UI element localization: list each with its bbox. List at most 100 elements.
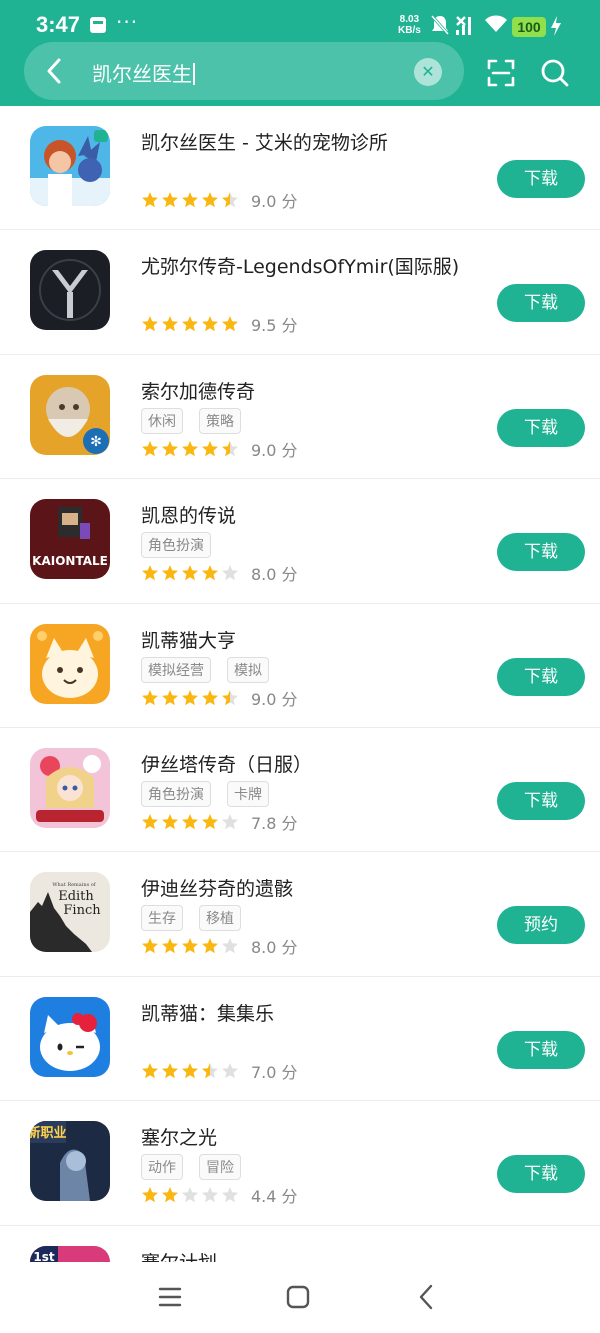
back-icon[interactable] bbox=[418, 1284, 434, 1310]
app-icon-kaiontale[interactable]: KAIONTALE bbox=[30, 499, 110, 580]
download-button[interactable]: 下载 bbox=[497, 160, 585, 198]
rating: 7.8 分 bbox=[141, 810, 298, 834]
star-half-icon bbox=[222, 192, 238, 208]
star-filled-icon bbox=[142, 192, 158, 208]
app-icon-soulgard[interactable]: ✻ bbox=[30, 374, 110, 455]
list-item[interactable]: ✻ 索尔加德传奇 休闲 策略 9.0 分 下载 bbox=[0, 355, 600, 480]
tag[interactable]: 角色扮演 bbox=[141, 780, 211, 807]
search-bar[interactable]: 凯尔丝医生 ✕ bbox=[24, 42, 464, 100]
star-rating bbox=[141, 937, 239, 955]
search-query: 凯尔丝医生 bbox=[92, 62, 192, 86]
star-filled-icon bbox=[142, 565, 158, 581]
app-name: 凯恩的传说 bbox=[141, 505, 237, 528]
list-item[interactable]: 凯蒂猫大亨 模拟经营 模拟 9.0 分 下载 bbox=[0, 604, 600, 728]
search-results-list[interactable]: 凯尔丝医生 - 艾米的宠物诊所 9.0 分 下载 尤弥尔传奇-LegendsOf… bbox=[0, 106, 600, 1262]
star-rating bbox=[141, 1186, 239, 1204]
download-button[interactable]: 下载 bbox=[497, 284, 585, 323]
score: 9.0 分 bbox=[251, 192, 298, 211]
list-item[interactable]: 1st 赛尔计划 bbox=[0, 1226, 600, 1262]
app-name: 凯蒂猫大亨 bbox=[141, 629, 237, 652]
rating: 7.0 分 bbox=[141, 1059, 298, 1083]
download-button[interactable]: 下载 bbox=[497, 657, 585, 696]
tag[interactable]: 休闲 bbox=[141, 407, 183, 434]
score: 8.0 分 bbox=[251, 565, 298, 585]
more-notifications-icon: ··· bbox=[116, 10, 139, 34]
back-arrow-icon[interactable] bbox=[46, 58, 62, 84]
tag-list: 角色扮演 卡牌 bbox=[141, 780, 269, 807]
star-rating bbox=[141, 813, 239, 831]
app-icon-ymir[interactable] bbox=[30, 250, 110, 331]
download-button[interactable]: 下载 bbox=[497, 408, 585, 447]
app-icon-ishtaria[interactable] bbox=[30, 747, 110, 828]
list-item[interactable]: 尤弥尔传奇-LegendsOfYmir(国际服) 9.5 分 下载 bbox=[0, 230, 600, 355]
score: 9.0 分 bbox=[251, 440, 298, 460]
app-icon-hello-kitty[interactable] bbox=[30, 996, 110, 1077]
star-half-icon bbox=[222, 689, 238, 705]
star-filled-icon bbox=[162, 565, 178, 581]
home-icon[interactable] bbox=[286, 1285, 310, 1309]
list-item[interactable]: What Remains of Edith Finch 伊迪丝芬奇的遗骸 生存 … bbox=[0, 852, 600, 977]
star-rating bbox=[141, 564, 239, 582]
app-icon-saer[interactable]: 新职业 bbox=[30, 1121, 110, 1202]
star-filled-icon bbox=[202, 689, 218, 705]
app-icon-cat-tycoon[interactable] bbox=[30, 623, 110, 704]
list-item[interactable]: 伊丝塔传奇（日服） 角色扮演 卡牌 7.8 分 下载 bbox=[0, 728, 600, 853]
tag[interactable]: 移植 bbox=[199, 905, 241, 932]
app-name: 凯蒂猫：集集乐 bbox=[141, 1002, 275, 1025]
reserve-button[interactable]: 预约 bbox=[497, 906, 585, 945]
star-empty-icon bbox=[202, 1187, 218, 1203]
system-navigation-bar bbox=[0, 1262, 600, 1333]
search-input[interactable]: 凯尔丝医生 bbox=[92, 58, 195, 87]
download-button[interactable]: 下载 bbox=[497, 1155, 585, 1194]
tag[interactable]: 冒险 bbox=[199, 1154, 241, 1181]
tag[interactable]: 卡牌 bbox=[227, 780, 269, 807]
tag-list: 角色扮演 bbox=[141, 532, 211, 559]
text-caret bbox=[193, 63, 195, 85]
tag-list: 休闲 策略 bbox=[141, 407, 241, 434]
list-item[interactable]: KAIONTALE 凯恩的传说 角色扮演 8.0 分 下载 bbox=[0, 479, 600, 604]
app-icon-edith-finch[interactable]: What Remains of Edith Finch bbox=[30, 872, 110, 953]
rating: 9.0 分 bbox=[141, 188, 298, 212]
download-button[interactable]: 下载 bbox=[497, 533, 585, 572]
star-filled-icon bbox=[182, 938, 198, 954]
battery-indicator: 100 bbox=[512, 17, 546, 37]
tag[interactable]: 生存 bbox=[141, 905, 183, 932]
tag[interactable]: 模拟经营 bbox=[141, 656, 211, 683]
app-name: 塞尔之光 bbox=[141, 1127, 218, 1150]
app-name: 凯尔丝医生 - 艾米的宠物诊所 bbox=[141, 132, 388, 154]
list-item[interactable]: 凯尔丝医生 - 艾米的宠物诊所 9.0 分 下载 bbox=[0, 106, 600, 231]
tag[interactable]: 动作 bbox=[141, 1154, 183, 1181]
star-filled-icon bbox=[202, 813, 218, 830]
list-item[interactable]: 凯蒂猫：集集乐 7.0 分 下载 bbox=[0, 977, 600, 1102]
tag[interactable]: 角色扮演 bbox=[141, 532, 211, 559]
svg-text:✻: ✻ bbox=[90, 434, 102, 450]
tag-list: 动作 冒险 bbox=[141, 1154, 241, 1181]
app-icon-doctor[interactable] bbox=[30, 126, 110, 206]
clear-search-button[interactable]: ✕ bbox=[414, 58, 442, 86]
star-filled-icon bbox=[162, 1187, 178, 1203]
star-half-icon bbox=[222, 440, 238, 457]
menu-icon[interactable] bbox=[158, 1286, 182, 1308]
download-button[interactable]: 下载 bbox=[497, 781, 585, 820]
star-filled-icon bbox=[142, 938, 158, 954]
scan-icon[interactable] bbox=[486, 58, 516, 88]
download-button[interactable]: 下载 bbox=[497, 1030, 585, 1069]
app-name: 赛尔计划 bbox=[141, 1248, 217, 1262]
score: 8.0 分 bbox=[251, 938, 298, 958]
icon-text: What Remains of bbox=[52, 882, 96, 888]
rating: 9.5 分 bbox=[141, 312, 298, 336]
mute-bell-icon bbox=[430, 15, 450, 35]
star-empty-icon bbox=[222, 938, 238, 954]
rating: 9.0 分 bbox=[141, 437, 298, 461]
star-rating bbox=[141, 315, 239, 333]
star-filled-icon bbox=[142, 689, 158, 705]
star-filled-icon bbox=[162, 938, 178, 954]
tag[interactable]: 策略 bbox=[199, 407, 241, 434]
star-empty-icon bbox=[222, 813, 238, 830]
star-rating bbox=[141, 689, 239, 707]
list-item[interactable]: 新职业 塞尔之光 动作 冒险 4.4 分 下载 bbox=[0, 1101, 600, 1226]
search-icon[interactable] bbox=[540, 58, 570, 88]
tag[interactable]: 模拟 bbox=[227, 656, 269, 683]
star-empty-icon bbox=[222, 565, 238, 581]
app-icon-saier-plan[interactable]: 1st bbox=[30, 1245, 110, 1262]
